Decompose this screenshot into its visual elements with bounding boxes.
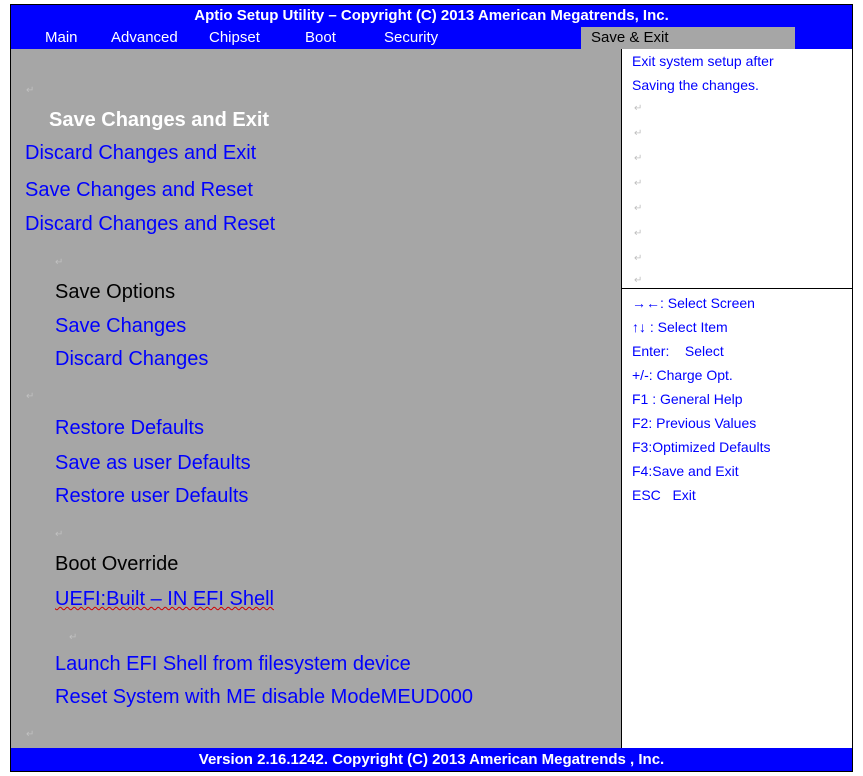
paragraph-mark: ↵ bbox=[26, 391, 35, 402]
tab-boot[interactable]: Boot bbox=[305, 27, 336, 49]
discard-changes-item[interactable]: Discard Changes bbox=[55, 348, 208, 371]
menu-bar: Main Advanced Chipset Boot Security Save… bbox=[11, 27, 852, 49]
version-footer: Version 2.16.1242. Copyright (C) 2013 Am… bbox=[11, 748, 852, 771]
restore-user-defaults-item[interactable]: Restore user Defaults bbox=[55, 485, 248, 508]
paragraph-mark: ↵ bbox=[26, 85, 35, 96]
help-divider bbox=[622, 288, 853, 289]
save-as-user-defaults-item[interactable]: Save as user Defaults bbox=[55, 452, 251, 475]
paragraph-mark: ↵ bbox=[634, 228, 643, 239]
paragraph-mark: ↵ bbox=[634, 253, 643, 264]
tab-main[interactable]: Main bbox=[45, 27, 78, 49]
uefi-efi-shell-item[interactable]: UEFI:Built – IN EFI Shell bbox=[55, 588, 274, 611]
tab-advanced[interactable]: Advanced bbox=[111, 27, 178, 49]
help-key-enter: Enter: Select bbox=[632, 343, 724, 359]
help-description-line1: Exit system setup after bbox=[632, 53, 774, 69]
window-title: Aptio Setup Utility – Copyright (C) 2013… bbox=[11, 5, 852, 27]
launch-efi-shell-item[interactable]: Launch EFI Shell from filesystem device bbox=[55, 653, 411, 676]
help-key-general-help: F1 : General Help bbox=[632, 391, 743, 407]
save-changes-item[interactable]: Save Changes bbox=[55, 315, 186, 338]
help-description-line2: Saving the changes. bbox=[632, 77, 759, 93]
options-panel: ↵ Save Changes and Exit Discard Changes … bbox=[11, 49, 621, 748]
help-key-select-screen: →←: Select Screen bbox=[632, 295, 755, 311]
paragraph-mark: ↵ bbox=[634, 203, 643, 214]
boot-override-heading: Boot Override bbox=[55, 553, 179, 575]
save-changes-and-reset-item[interactable]: Save Changes and Reset bbox=[25, 179, 253, 202]
save-options-heading: Save Options bbox=[55, 281, 176, 303]
discard-changes-and-reset-item[interactable]: Discard Changes and Reset bbox=[25, 213, 275, 236]
help-key-optimized-defaults: F3:Optimized Defaults bbox=[632, 439, 771, 455]
paragraph-mark: ↵ bbox=[69, 632, 78, 643]
paragraph-mark: ↵ bbox=[55, 529, 64, 540]
paragraph-mark: ↵ bbox=[634, 128, 643, 139]
help-key-change-opt: +/-: Charge Opt. bbox=[632, 367, 733, 383]
save-changes-and-exit-item[interactable]: Save Changes and Exit bbox=[49, 109, 269, 132]
bios-window: Aptio Setup Utility – Copyright (C) 2013… bbox=[10, 4, 853, 772]
help-key-esc-exit: ESC Exit bbox=[632, 487, 696, 503]
tab-security[interactable]: Security bbox=[384, 27, 438, 49]
help-key-save-and-exit: F4:Save and Exit bbox=[632, 463, 739, 479]
paragraph-mark: ↵ bbox=[634, 178, 643, 189]
tab-chipset[interactable]: Chipset bbox=[209, 27, 260, 49]
help-panel: Exit system setup after Saving the chang… bbox=[621, 49, 853, 748]
paragraph-mark: ↵ bbox=[634, 153, 643, 164]
discard-changes-and-exit-item[interactable]: Discard Changes and Exit bbox=[25, 142, 256, 165]
help-key-previous-values: F2: Previous Values bbox=[632, 415, 757, 431]
reset-system-me-disable-item[interactable]: Reset System with ME disable ModeMEUD000 bbox=[55, 686, 473, 709]
tab-save-exit[interactable]: Save & Exit bbox=[581, 27, 795, 49]
restore-defaults-item[interactable]: Restore Defaults bbox=[55, 417, 204, 440]
paragraph-mark: ↵ bbox=[55, 257, 64, 268]
paragraph-mark: ↵ bbox=[26, 729, 35, 740]
paragraph-mark: ↵ bbox=[634, 103, 643, 114]
help-key-select-item: ↑↓ : Select Item bbox=[632, 319, 728, 335]
paragraph-mark: ↵ bbox=[634, 275, 643, 286]
